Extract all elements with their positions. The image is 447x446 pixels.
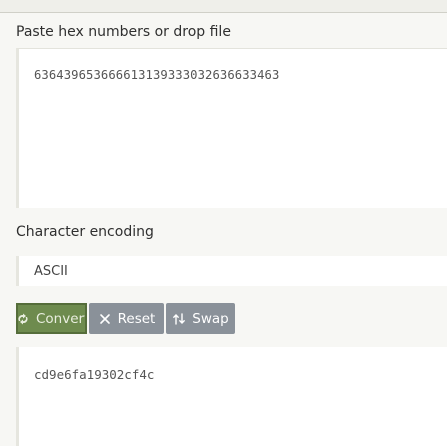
close-icon [98,312,112,326]
swap-icon [172,312,186,326]
convert-icon [18,312,30,326]
action-toolbar: Convert Reset Swap [16,303,235,334]
encoding-select[interactable]: ASCII [16,256,447,286]
text-output-area[interactable]: cd9e6fa19302cf4c [16,347,447,446]
hex-input-area[interactable]: 636439653666613139333032636633463 [16,48,447,208]
top-edge [0,0,447,13]
hex-to-text-converter: Paste hex numbers or drop file 636439653… [0,0,447,446]
swap-button-label: Swap [192,310,229,327]
encoding-label: Character encoding [16,224,154,240]
convert-button[interactable]: Convert [16,303,87,334]
reset-button-label: Reset [117,310,156,327]
convert-button-label: Convert [36,310,87,327]
text-output-value[interactable]: cd9e6fa19302cf4c [34,367,154,382]
swap-button[interactable]: Swap [166,303,235,334]
hex-input-value[interactable]: 636439653666613139333032636633463 [34,68,279,82]
input-label: Paste hex numbers or drop file [16,24,231,40]
encoding-selected-value[interactable]: ASCII [34,264,68,279]
reset-button[interactable]: Reset [89,303,164,334]
